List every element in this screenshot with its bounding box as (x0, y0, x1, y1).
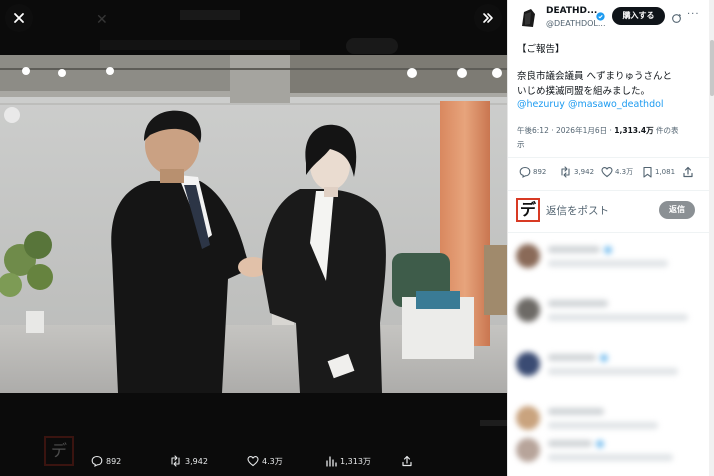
media-reply-button[interactable]: 892 (91, 446, 121, 476)
list-item[interactable] (508, 236, 709, 286)
post-timestamp[interactable]: 午後6:12 · 2026年1月6日 · (517, 126, 614, 135)
share-icon (402, 455, 412, 467)
scrollbar-thumb[interactable] (710, 40, 714, 96)
media-like-button[interactable]: 4.3万 (247, 446, 283, 476)
scrollbar[interactable] (709, 0, 714, 476)
reply-icon (519, 166, 531, 178)
reply-composer: デ 返信をポスト 返信 (508, 194, 709, 226)
post-text-line-1: 【ご報告】 (517, 44, 565, 55)
author-handle[interactable]: @DEATHDOL... (546, 19, 606, 28)
like-icon (601, 167, 613, 178)
views-icon (326, 456, 337, 467)
dimmed-post-header: ✕ (80, 6, 410, 54)
post-text-line-3: いじめ撲滅同盟を組みました。 (517, 86, 651, 97)
repost-count: 3,942 (574, 168, 595, 176)
close-icon[interactable] (5, 4, 33, 32)
list-item[interactable] (508, 344, 709, 394)
buy-button[interactable]: 購入する (612, 7, 665, 25)
media-views-count: 1,313万 (340, 456, 371, 466)
reply-input[interactable]: 返信をポスト (546, 203, 609, 218)
post-views-label: 件の表 (653, 126, 679, 135)
author-name[interactable]: DEATHD... (546, 6, 597, 16)
list-item[interactable] (508, 290, 709, 340)
reply-avatar: デ (516, 198, 540, 222)
reply-count: 892 (533, 168, 547, 176)
like-button[interactable]: 4.3万 (601, 166, 633, 178)
divider (508, 190, 709, 191)
divider (508, 157, 709, 158)
reply-button[interactable]: 892 (519, 166, 546, 178)
post-views-label-2: 示 (517, 140, 525, 149)
media-repost-button[interactable]: 3,942 (169, 446, 208, 476)
share-icon (683, 166, 693, 178)
divider (508, 232, 709, 233)
grok-icon[interactable] (671, 9, 682, 28)
repost-icon (561, 166, 570, 178)
dimmed-avatar: デ (44, 436, 74, 466)
media-views-button[interactable]: 1,313万 (325, 446, 371, 476)
like-icon (247, 456, 259, 467)
reply-submit-button[interactable]: 返信 (659, 201, 695, 219)
bookmark-icon (643, 166, 652, 178)
post-meta: 午後6:12 · 2026年1月6日 · 1,313.4万 件の表 示 (517, 124, 707, 152)
repost-button[interactable]: 3,942 (559, 166, 594, 178)
repost-icon (171, 455, 180, 467)
media-share-button[interactable] (401, 446, 416, 476)
post-action-bar: 892 3,942 4.3万 1,081 (508, 164, 709, 184)
dimmed-divider (480, 420, 507, 426)
like-count: 4.3万 (615, 168, 634, 176)
post-view-count: 1,313.4万 (614, 126, 654, 135)
reply-icon (91, 455, 103, 467)
post-text-line-2: 奈良市議会議員 へずまりゅうさんと (517, 71, 673, 82)
bookmark-count: 1,081 (655, 168, 676, 176)
post-mentions[interactable]: @hezuruy @masawo_deathdol (517, 99, 664, 110)
media-reply-count: 892 (106, 456, 122, 466)
media-viewer: ✕ デ 892 3,942 4.3万 1,313万 (0, 0, 507, 476)
bookmark-button[interactable]: 1,081 (642, 166, 675, 178)
media-repost-count: 3,942 (185, 456, 208, 466)
expand-icon[interactable] (474, 4, 502, 32)
avatar[interactable] (516, 6, 540, 30)
post-photo[interactable] (0, 55, 507, 393)
share-button[interactable] (682, 166, 696, 178)
list-item[interactable] (508, 430, 709, 476)
media-like-count: 4.3万 (262, 456, 283, 466)
media-action-bar: 892 3,942 4.3万 1,313万 (85, 446, 425, 476)
post-detail-panel: DEATHD... @DEATHDOL... 購入する ··· 【ご報告】 奈良… (507, 0, 714, 476)
more-icon[interactable]: ··· (687, 9, 700, 20)
post-header: DEATHD... @DEATHDOL... 購入する ··· (508, 0, 714, 36)
